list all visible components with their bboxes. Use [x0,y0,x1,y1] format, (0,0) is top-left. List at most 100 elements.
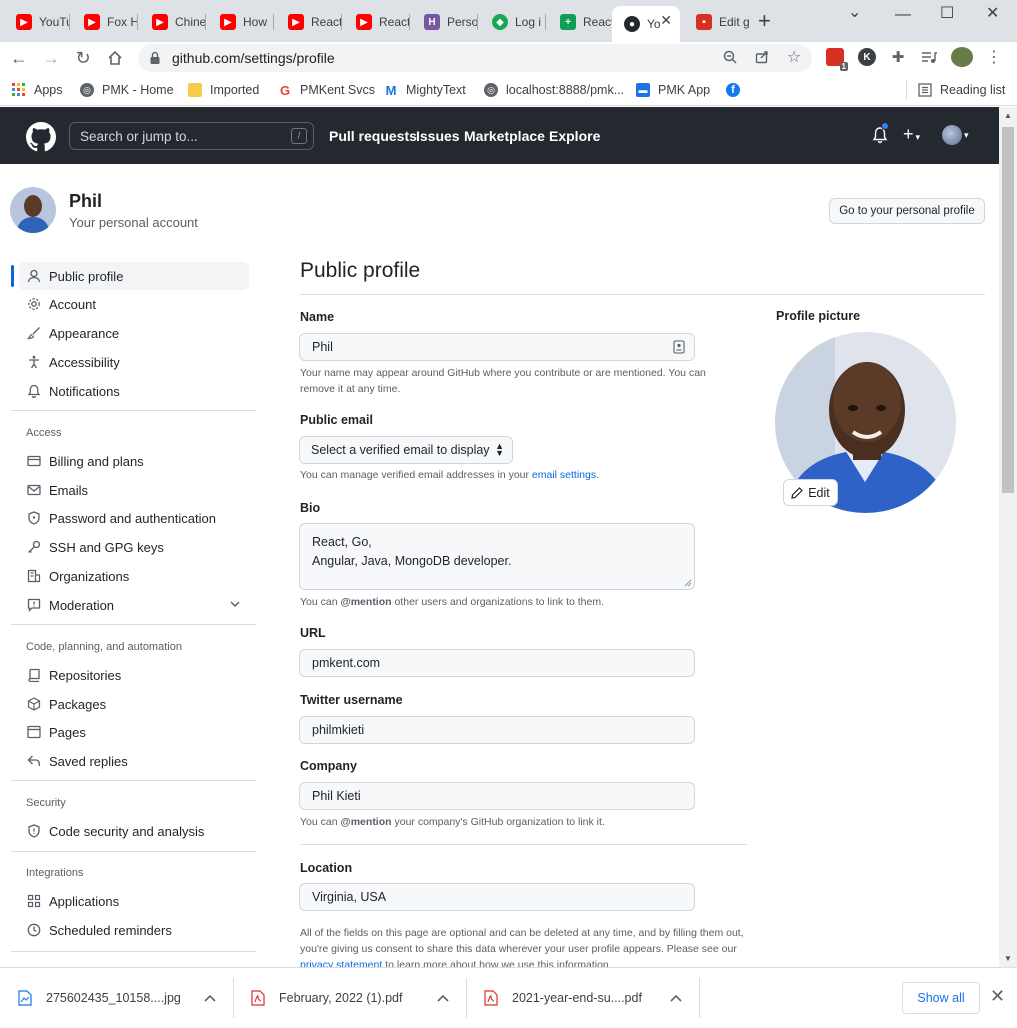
scroll-thumb[interactable] [1002,127,1014,493]
bio-textarea[interactable]: React, Go, Angular, Java, MongoDB develo… [299,523,695,590]
bookmark-apps[interactable]: Apps [12,81,63,99]
sidebar-item-accessibility[interactable]: Accessibility [19,348,249,376]
browser-tab[interactable]: ▶ How [208,8,274,36]
sidebar-item-code-security[interactable]: Code security and analysis [19,817,249,845]
email-help-text: You can manage verified email addresses … [300,469,600,481]
sidebar-item-pages[interactable]: Pages [19,718,249,746]
sidebar-item-repositories[interactable]: Repositories [19,661,249,689]
location-field[interactable]: Virginia, USA [299,883,695,911]
sidebar-item-scheduled-reminders[interactable]: Scheduled reminders [19,916,249,944]
minimize-icon[interactable]: — [895,6,911,24]
maximize-icon[interactable]: ☐ [940,3,954,23]
nav-pull-requests[interactable]: Pull requests [329,128,417,144]
privacy-statement-link[interactable]: privacy statement [300,959,382,967]
account-avatar[interactable] [10,187,56,233]
browser-tab[interactable]: ▶ YouTube [4,8,70,36]
extensions-puzzle-icon[interactable]: ✚ [889,48,907,66]
sidebar-item-billing[interactable]: Billing and plans [19,447,249,475]
public-email-select[interactable]: Select a verified email to display ▲ ▼ [299,436,513,464]
email-settings-link[interactable]: email settings [532,469,596,481]
reload-icon[interactable]: ↻ [71,46,95,70]
bookmarks-bar: Apps ◎ PMK - Home Imported G PMKent Svcs… [0,74,1017,106]
sidebar-item-packages[interactable]: Packages [19,690,249,718]
resize-grip-icon[interactable] [684,579,692,587]
bookmark-pmkent-svcs[interactable]: G PMKent Svcs [278,81,375,99]
sidebar-item-moderation[interactable]: Moderation [19,591,249,619]
edit-picture-button[interactable]: Edit [783,479,838,506]
extension-app-icon[interactable]: 1 [826,48,848,71]
sidebar-item-password[interactable]: Password and authentication [19,504,249,532]
bookmark-imported[interactable]: Imported [188,81,259,99]
chevron-up-icon[interactable] [204,991,216,1005]
chevron-up-icon[interactable] [670,991,682,1005]
browser-tab[interactable]: ▶ React [344,8,410,36]
sidebar-item-notifications[interactable]: Notifications [19,377,249,405]
download-item[interactable]: February, 2022 (1).pdf [251,968,451,1028]
download-item[interactable]: 275602435_10158....jpg [18,968,218,1028]
forward-icon[interactable]: → [39,46,63,70]
close-downloads-icon[interactable]: ✕ [990,986,1005,1007]
chevron-up-icon[interactable] [437,991,449,1005]
bookmark-mightytext[interactable]: M MightyText [384,81,466,99]
name-field[interactable]: Phil [299,333,695,361]
go-to-profile-button[interactable]: Go to your personal profile [829,198,985,224]
reading-list-button[interactable]: Reading list [918,81,1005,99]
browser-tab[interactable]: ◆ Log i [480,8,546,36]
twitter-field[interactable]: philmkieti [299,716,695,744]
sidebar-item-account[interactable]: Account [19,290,249,318]
url-field[interactable]: pmkent.com [299,649,695,677]
zoom-icon[interactable] [721,48,739,66]
close-window-icon[interactable]: ✕ [986,3,999,23]
browser-tab-active[interactable]: ● Yo ✕ [612,6,680,42]
sidebar-item-saved-replies[interactable]: Saved replies [19,747,249,775]
nav-explore[interactable]: Explore [549,128,600,144]
sidebar-item-organizations[interactable]: Organizations [19,562,249,590]
address-bar[interactable]: github.com/settings/profile [138,44,812,72]
chevron-down-icon[interactable] [229,598,241,613]
nav-marketplace[interactable]: Marketplace [464,128,545,144]
browser-tab[interactable]: + React [548,8,614,36]
browser-tab[interactable]: ▪ Edit g [684,8,750,36]
tab-close-icon[interactable]: ✕ [660,12,672,29]
sidebar-item-appearance[interactable]: Appearance [19,319,249,347]
twitter-label: Twitter username [300,693,403,707]
media-playlist-icon[interactable] [920,48,938,66]
bookmark-localhost[interactable]: ◎ localhost:8888/pmk... [484,81,624,99]
tab-search-icon[interactable]: ⌄ [848,2,861,22]
page-scrollbar[interactable]: ▲ ▼ [999,107,1017,967]
kebab-menu-icon[interactable]: ⋮ [985,48,1003,66]
browser-tab[interactable]: ▶ Fox H [72,8,138,36]
sidebar-item-emails[interactable]: Emails [19,476,249,504]
scroll-down-icon[interactable]: ▼ [1004,954,1012,963]
profile-avatar-icon[interactable] [951,47,973,67]
notifications-bell-icon[interactable] [872,122,889,147]
sidebar-item-public-profile[interactable]: Public profile [19,262,249,290]
bookmark-star-icon[interactable]: ☆ [785,48,803,66]
github-search-input[interactable]: Search or jump to... / [69,122,314,150]
browser-tab[interactable]: ▶ React [276,8,342,36]
browser-tab[interactable]: H Perso [412,8,478,36]
show-all-downloads-button[interactable]: Show all [902,982,980,1014]
extension-k-icon[interactable]: K [858,48,876,66]
new-tab-icon[interactable]: + [758,9,771,33]
sidebar-item-ssh-keys[interactable]: SSH and GPG keys [19,533,249,561]
nav-issues[interactable]: Issues [416,128,460,144]
home-icon[interactable] [103,46,127,70]
share-icon[interactable] [753,48,771,66]
bookmark-facebook[interactable]: f [726,81,748,99]
browser-tab-strip: ▶ YouTube ▶ Fox H ▶ Chine ▶ How ▶ React … [0,0,1017,42]
sidebar-item-applications[interactable]: Applications [19,887,249,915]
browser-tab[interactable]: ▶ Chine [140,8,206,36]
clock-icon [27,923,41,937]
company-field[interactable]: Phil Kieti [299,782,695,810]
create-new-icon[interactable]: + ▾ [903,124,920,145]
download-item[interactable]: 2021-year-end-su....pdf [484,968,684,1028]
user-menu-avatar[interactable]: ▾ [942,125,969,148]
back-icon[interactable]: ← [7,46,31,70]
bookmark-pmk-app[interactable]: ▬ PMK App [636,81,710,99]
github-logo-icon[interactable] [26,122,56,152]
scroll-up-icon[interactable]: ▲ [1004,111,1012,120]
bookmark-pmk-home[interactable]: ◎ PMK - Home [80,81,174,99]
download-separator [233,978,234,1018]
credit-card-icon [27,454,41,468]
